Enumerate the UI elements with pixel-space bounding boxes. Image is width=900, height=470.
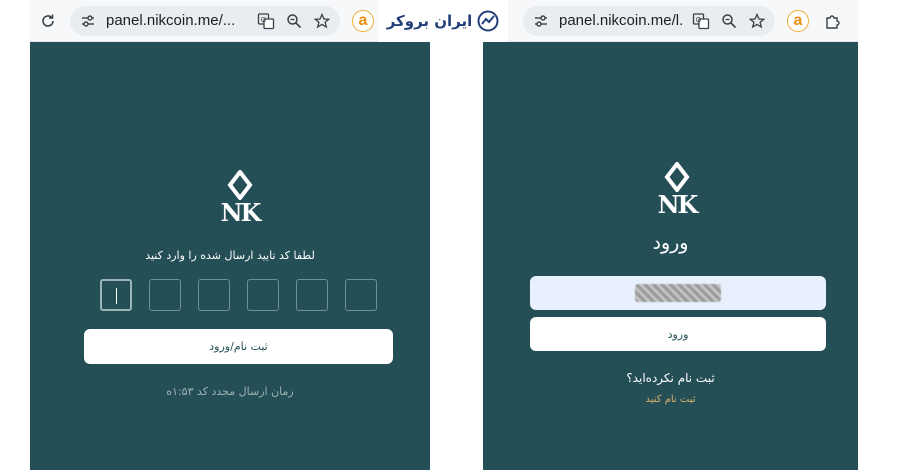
site-settings-icon[interactable] <box>78 11 98 31</box>
nikcoin-logo: NK <box>216 168 264 227</box>
brand-name: ایران بروکر <box>386 12 473 30</box>
left-browser-toolbar: panel.nikcoin.me/... G a <box>30 0 430 42</box>
otp-digit-input[interactable] <box>198 279 230 311</box>
brand-chart-icon <box>477 10 499 32</box>
url-text[interactable]: panel.nikcoin.me/... <box>106 12 248 29</box>
logo-letters: NK <box>657 190 699 219</box>
translate-icon[interactable]: G <box>691 11 711 31</box>
nikcoin-logo: NK <box>653 160 701 219</box>
svg-text:G: G <box>261 17 266 24</box>
register-login-button[interactable]: ثبت نام/ورود <box>84 329 393 364</box>
reload-icon[interactable] <box>36 9 60 33</box>
otp-digit-input[interactable] <box>100 279 132 311</box>
zoom-icon[interactable] <box>719 11 739 31</box>
site-settings-icon[interactable] <box>531 11 551 31</box>
register-link[interactable]: ثبت نام کنید <box>483 394 858 405</box>
login-title: ورود <box>652 232 689 254</box>
resend-timer: زمان ارسال مجدد کد ۱:۵۳ه <box>166 385 294 398</box>
extension-icon[interactable]: a <box>787 9 809 32</box>
right-browser-toolbar: panel.nikcoin.me/l... G a <box>483 0 858 42</box>
url-text[interactable]: panel.nikcoin.me/l... <box>559 12 683 29</box>
bookmark-star-icon[interactable] <box>312 11 332 31</box>
otp-panel: NK لطفا کد تایید ارسال شده را وارد کنید … <box>30 42 430 470</box>
otp-digit-input[interactable] <box>345 279 377 311</box>
phone-input[interactable] <box>530 276 826 310</box>
address-bar[interactable]: panel.nikcoin.me/l... G <box>523 5 775 36</box>
translate-icon[interactable]: G <box>256 11 276 31</box>
otp-digit-input[interactable] <box>247 279 279 311</box>
otp-prompt: لطفا کد تایید ارسال شده را وارد کنید <box>145 249 315 262</box>
brand-watermark: ایران بروکر <box>378 0 508 42</box>
otp-digit-input[interactable] <box>149 279 181 311</box>
bookmark-star-icon[interactable] <box>747 11 767 31</box>
redacted-value <box>635 284 721 302</box>
zoom-icon[interactable] <box>284 11 304 31</box>
extensions-puzzle-icon[interactable] <box>823 11 843 31</box>
otp-inputs <box>100 279 377 311</box>
address-bar[interactable]: panel.nikcoin.me/... G <box>70 5 340 36</box>
logo-letters: NK <box>220 198 262 227</box>
login-button[interactable]: ورود <box>530 317 826 351</box>
otp-digit-input[interactable] <box>296 279 328 311</box>
text-caret <box>116 288 117 304</box>
svg-text:G: G <box>696 17 701 24</box>
extension-icon[interactable]: a <box>352 9 374 32</box>
login-panel: NK ورود ورود ثبت نام نکرده‌اید؟ ثبت نام … <box>483 42 858 470</box>
register-question: ثبت نام نکرده‌اید؟ <box>626 371 715 385</box>
